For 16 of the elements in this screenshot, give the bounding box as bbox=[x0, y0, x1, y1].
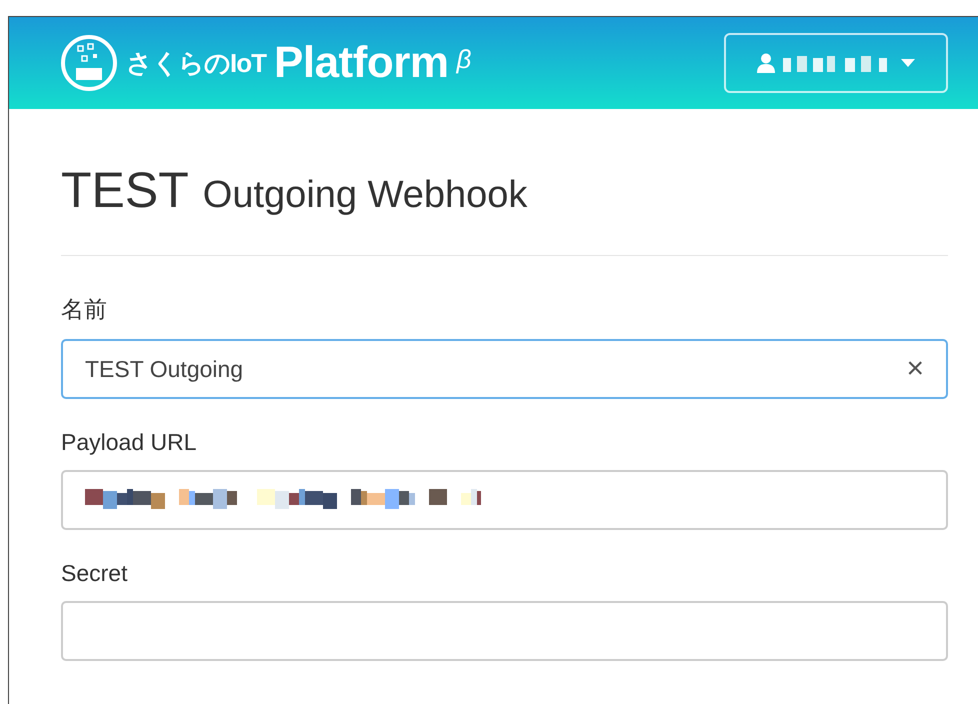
page-subtitle: Outgoing Webhook bbox=[202, 174, 528, 217]
user-icon bbox=[757, 53, 775, 73]
clear-button[interactable]: × bbox=[906, 354, 924, 384]
logo-icon bbox=[60, 34, 118, 92]
field-label: Secret bbox=[61, 560, 128, 587]
input-field[interactable]: TEST Outgoing × bbox=[61, 339, 948, 399]
brand-text: さくらのIoT bbox=[126, 46, 266, 80]
page-title: TEST bbox=[61, 161, 189, 219]
product-name: Platform bbox=[274, 38, 448, 88]
input-field[interactable] bbox=[61, 470, 948, 530]
user-menu-button[interactable] bbox=[724, 33, 948, 93]
beta-mark-text: β bbox=[456, 44, 472, 75]
input-field[interactable] bbox=[61, 601, 948, 661]
caret-icon bbox=[901, 59, 915, 67]
field-label: 名前 bbox=[61, 295, 108, 324]
field-label: Payload URL bbox=[61, 429, 198, 456]
